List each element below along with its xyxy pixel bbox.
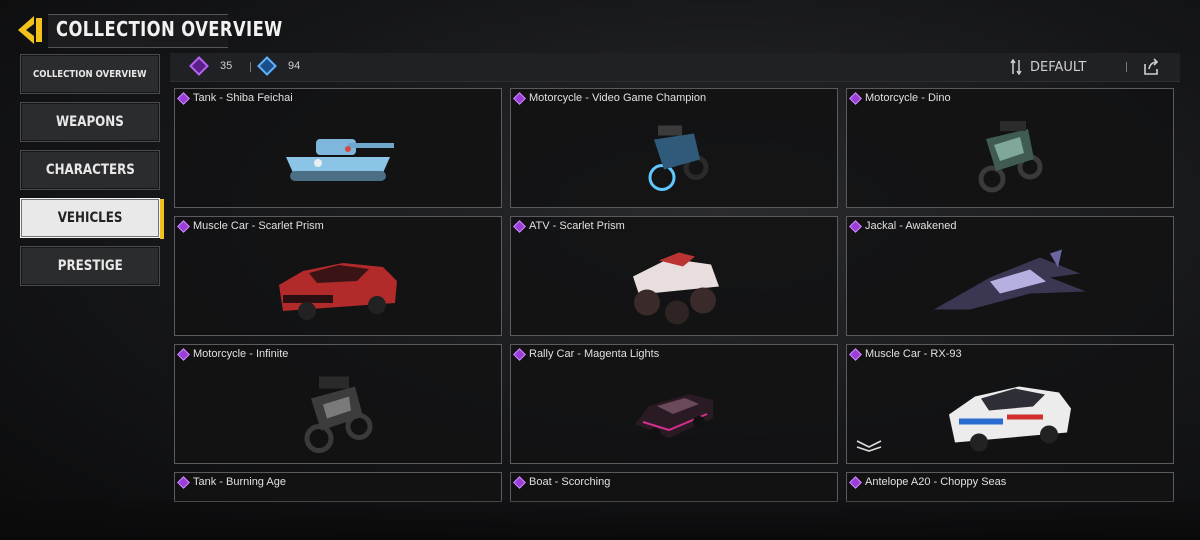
sort-button[interactable]: DEFAULT [1010,59,1086,75]
vehicle-card[interactable]: Motorcycle - Infinite [174,344,502,464]
vehicle-name: Motorcycle - Dino [865,92,951,104]
sort-label: DEFAULT [1030,59,1087,75]
vehicle-card[interactable]: Motorcycle - Video Game Champion [510,88,838,208]
nav-label: WEAPONS [56,114,124,130]
rarity-icon [849,220,862,233]
car-icon [279,263,397,321]
nav-weapons[interactable]: WEAPONS [20,102,160,142]
vehicle-name: Motorcycle - Infinite [193,348,289,360]
currency-blue: 94 [257,56,301,76]
vehicle-card[interactable]: ATV - Scarlet Prism [510,216,838,336]
vehicle-card[interactable]: Muscle Car - Scarlet Prism [174,216,502,336]
motorcycle-icon [304,376,373,454]
vehicle-card[interactable]: Muscle Car - RX-93 [846,344,1174,464]
vehicle-card[interactable]: Boat - Scorching [510,472,838,502]
nav-collection-overview[interactable]: COLLECTION OVERVIEW [20,54,160,94]
vehicle-name: Rally Car - Magenta Lights [529,348,660,360]
nav-prestige[interactable]: PRESTIGE [20,246,160,286]
rarity-icon [849,476,862,489]
back-button[interactable] [12,12,48,48]
vehicle-card[interactable]: Tank - Shiba Feichai [174,88,502,208]
vehicle-name: Muscle Car - RX-93 [865,348,962,360]
vehicle-card[interactable]: Tank - Burning Age [174,472,502,502]
motorcycle-icon [978,121,1043,193]
divider [1126,62,1127,72]
nav-label: CHARACTERS [45,162,135,178]
jet-icon [934,249,1086,310]
nav-label: COLLECTION OVERVIEW [33,68,147,80]
rarity-icon [513,92,526,105]
vehicle-name: Jackal - Awakened [865,220,957,232]
rarity-icon [177,348,190,361]
vehicle-name: Muscle Car - Scarlet Prism [193,220,324,232]
vehicle-name: Motorcycle - Video Game Champion [529,92,707,104]
rarity-icon [177,476,190,489]
nav-characters[interactable]: CHARACTERS [20,150,160,190]
vehicle-name: Tank - Shiba Feichai [193,92,293,104]
vehicle-card[interactable]: Motorcycle - Dino [846,88,1174,208]
currency-value: 35 [220,60,233,72]
currency-value: 94 [288,60,301,72]
nav-label: VEHICLES [57,210,123,226]
vehicle-name: ATV - Scarlet Prism [529,220,625,232]
share-button[interactable] [1142,58,1160,76]
blue-gem-icon [257,56,277,76]
car-icon [635,394,713,441]
rarity-icon [177,92,190,105]
divider [250,62,251,72]
currency-purple: 35 [189,56,233,76]
tank-icon [286,139,394,182]
motorcycle-icon [648,125,709,192]
vehicle-card[interactable]: Antelope A20 - Choppy Seas [846,472,1174,502]
vehicle-name: Boat - Scorching [529,476,611,488]
sort-icon [1010,59,1022,75]
rarity-icon [849,92,862,105]
atv-icon [633,252,719,325]
nav-vehicles[interactable]: VEHICLES [20,198,164,239]
rarity-icon [849,348,862,361]
page-title: COLLECTION OVERVIEW [56,17,283,41]
vehicle-card[interactable]: Rally Car - Magenta Lights [510,344,838,464]
rarity-icon [513,348,526,361]
nav-label: PRESTIGE [57,258,123,274]
vehicle-card[interactable]: Jackal - Awakened [846,216,1174,336]
share-icon [1144,58,1159,75]
purple-gem-icon [189,56,209,76]
car-icon [949,386,1071,452]
vehicle-name: Antelope A20 - Choppy Seas [865,476,1007,488]
back-arrow-icon [18,16,42,44]
bottom-fade [0,500,1200,540]
toolbar: 35 94 DEFAULT [170,53,1180,82]
vehicle-name: Tank - Burning Age [193,476,286,488]
rarity-icon [513,476,526,489]
gundam-logo [855,439,883,457]
rarity-icon [513,220,526,233]
rarity-icon [177,220,190,233]
